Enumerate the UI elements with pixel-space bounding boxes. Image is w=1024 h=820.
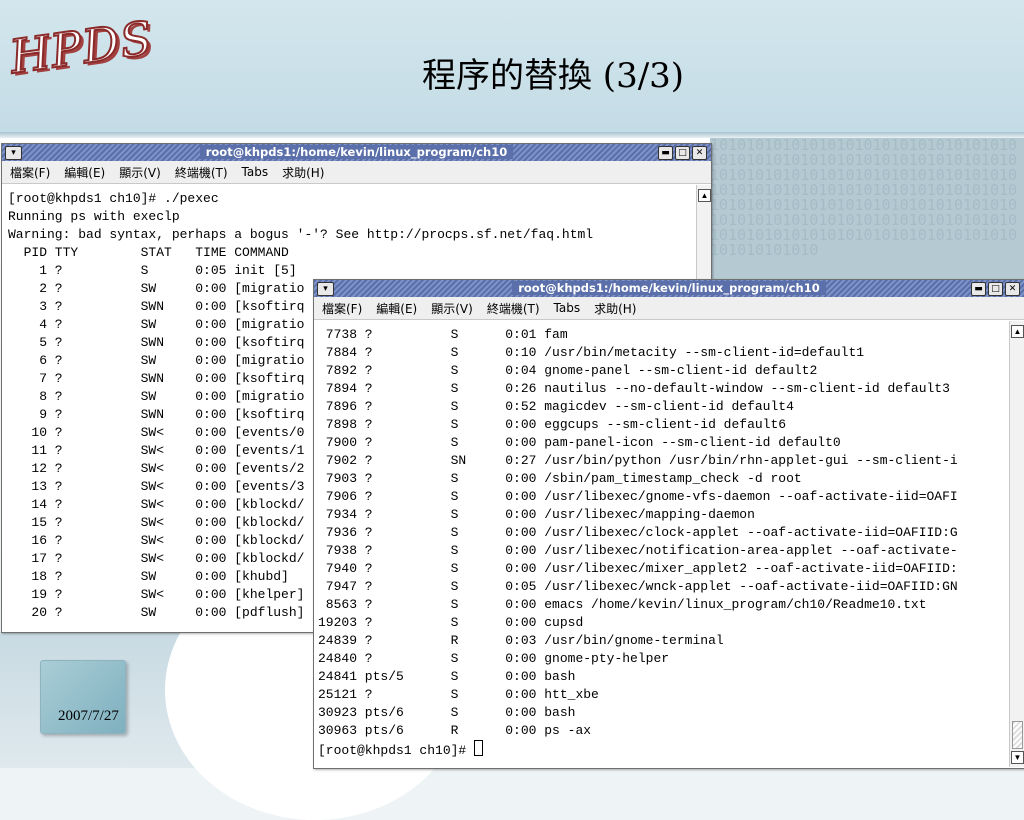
window-title: root@khpds1:/home/kevin/linux_program/ch…: [199, 145, 514, 159]
terminal-line: [root@khpds1 ch10]# ./pexec: [8, 191, 219, 206]
terminal-line: 24839 ? R 0:03 /usr/bin/gnome-terminal: [318, 633, 724, 648]
menu-file[interactable]: 檔案(F): [322, 300, 362, 317]
slide-title: 程序的替換 (3/3): [422, 56, 685, 96]
terminal-window-front[interactable]: ▾ root@khpds1:/home/kevin/linux_program/…: [313, 279, 1024, 769]
menu-file[interactable]: 檔案(F): [10, 164, 50, 181]
terminal-line: 24840 ? S 0:00 gnome-pty-helper: [318, 651, 670, 666]
menu-terminal[interactable]: 終端機(T): [487, 300, 540, 317]
window-menu-icon[interactable]: ▾: [317, 282, 334, 296]
window-titlebar[interactable]: ▾ root@khpds1:/home/kevin/linux_program/…: [314, 280, 1024, 297]
window-titlebar[interactable]: ▾ root@khpds1:/home/kevin/linux_program/…: [2, 144, 711, 161]
terminal-line: 7900 ? S 0:00 pam-panel-icon --sm-client…: [318, 435, 841, 450]
menu-help[interactable]: 求助(H): [594, 300, 636, 317]
maximize-icon[interactable]: □: [675, 146, 690, 160]
terminal-line: 7947 ? S 0:05 /usr/libexec/wnck-applet -…: [318, 579, 958, 594]
window-title: root@khpds1:/home/kevin/linux_program/ch…: [512, 281, 826, 295]
slide-date: 2007/7/27: [58, 708, 119, 724]
terminal-line: Warning: bad syntax, perhaps a bogus '-'…: [8, 227, 594, 242]
terminal-line: PID TTY STAT TIME COMMAND: [8, 245, 289, 260]
terminal-line: 7894 ? S 0:26 nautilus --no-default-wind…: [318, 381, 950, 396]
menu-terminal[interactable]: 終端機(T): [175, 164, 228, 181]
close-icon[interactable]: ✕: [692, 146, 707, 160]
terminal-line: 7738 ? S 0:01 fam: [318, 327, 568, 342]
menu-bar: 檔案(F) 編輯(E) 顯示(V) 終端機(T) Tabs 求助(H): [314, 297, 1024, 320]
terminal-line: 7902 ? SN 0:27 /usr/bin/python /usr/bin/…: [318, 453, 958, 468]
window-menu-icon[interactable]: ▾: [5, 146, 22, 160]
minimize-icon[interactable]: ▬: [971, 282, 986, 296]
maximize-icon[interactable]: □: [988, 282, 1003, 296]
terminal-line: 7940 ? S 0:00 /usr/libexec/mixer_applet2…: [318, 561, 958, 576]
terminal-line: 1 ? S 0:05 init [5]: [8, 263, 297, 278]
terminal-line: 19203 ? S 0:00 cupsd: [318, 615, 584, 630]
terminal-line: 7896 ? S 0:52 magicdev --sm-client-id de…: [318, 399, 794, 414]
terminal-line: 8563 ? S 0:00 emacs /home/kevin/linux_pr…: [318, 597, 927, 612]
terminal-line: 7903 ? S 0:00 /sbin/pam_timestamp_check …: [318, 471, 802, 486]
menu-view[interactable]: 顯示(V): [431, 300, 473, 317]
scroll-down-icon[interactable]: ▼: [1011, 751, 1024, 764]
menu-view[interactable]: 顯示(V): [119, 164, 161, 181]
terminal-line: 30963 pts/6 R 0:00 ps -ax: [318, 723, 592, 738]
text-cursor: [474, 740, 484, 756]
scroll-up-icon[interactable]: ▲: [1011, 325, 1024, 338]
menu-help[interactable]: 求助(H): [282, 164, 324, 181]
menu-edit[interactable]: 編輯(E): [64, 164, 105, 181]
terminal-line: 25121 ? S 0:00 htt_xbe: [318, 687, 599, 702]
terminal-output[interactable]: 7738 ? S 0:01 fam 7884 ? S 0:10 /usr/bin…: [318, 326, 1006, 766]
scrollbar[interactable]: ▲ ▼: [1009, 321, 1024, 767]
terminal-line: 7936 ? S 0:00 /usr/libexec/clock-applet …: [318, 525, 958, 540]
terminal-line: Running ps with execlp: [8, 209, 180, 224]
terminal-line: 7884 ? S 0:10 /usr/bin/metacity --sm-cli…: [318, 345, 865, 360]
scroll-up-icon[interactable]: ▲: [698, 189, 711, 202]
terminal-line: 7898 ? S 0:00 eggcups --sm-client-id def…: [318, 417, 787, 432]
menu-bar: 檔案(F) 編輯(E) 顯示(V) 終端機(T) Tabs 求助(H): [2, 161, 711, 184]
terminal-line: 24841 pts/5 S 0:00 bash: [318, 669, 576, 684]
terminal-line: 30923 pts/6 S 0:00 bash: [318, 705, 576, 720]
terminal-line: 7892 ? S 0:04 gnome-panel --sm-client-id…: [318, 363, 818, 378]
menu-tabs[interactable]: Tabs: [554, 301, 581, 315]
scroll-thumb[interactable]: [1012, 721, 1023, 749]
terminal-line: 7938 ? S 0:00 /usr/libexec/notification-…: [318, 543, 958, 558]
terminal-prompt-line: [root@khpds1 ch10]#: [318, 740, 1006, 760]
menu-tabs[interactable]: Tabs: [242, 165, 269, 179]
minimize-icon[interactable]: ▬: [658, 146, 673, 160]
menu-edit[interactable]: 編輯(E): [376, 300, 417, 317]
terminal-line: 7934 ? S 0:00 /usr/libexec/mapping-daemo…: [318, 507, 755, 522]
close-icon[interactable]: ✕: [1005, 282, 1020, 296]
terminal-line: 7906 ? S 0:00 /usr/libexec/gnome-vfs-dae…: [318, 489, 958, 504]
binary-pattern-decoration: 1010101010101010101010101010101010101010…: [710, 138, 1024, 288]
terminal-prompt: [root@khpds1 ch10]#: [318, 743, 475, 758]
